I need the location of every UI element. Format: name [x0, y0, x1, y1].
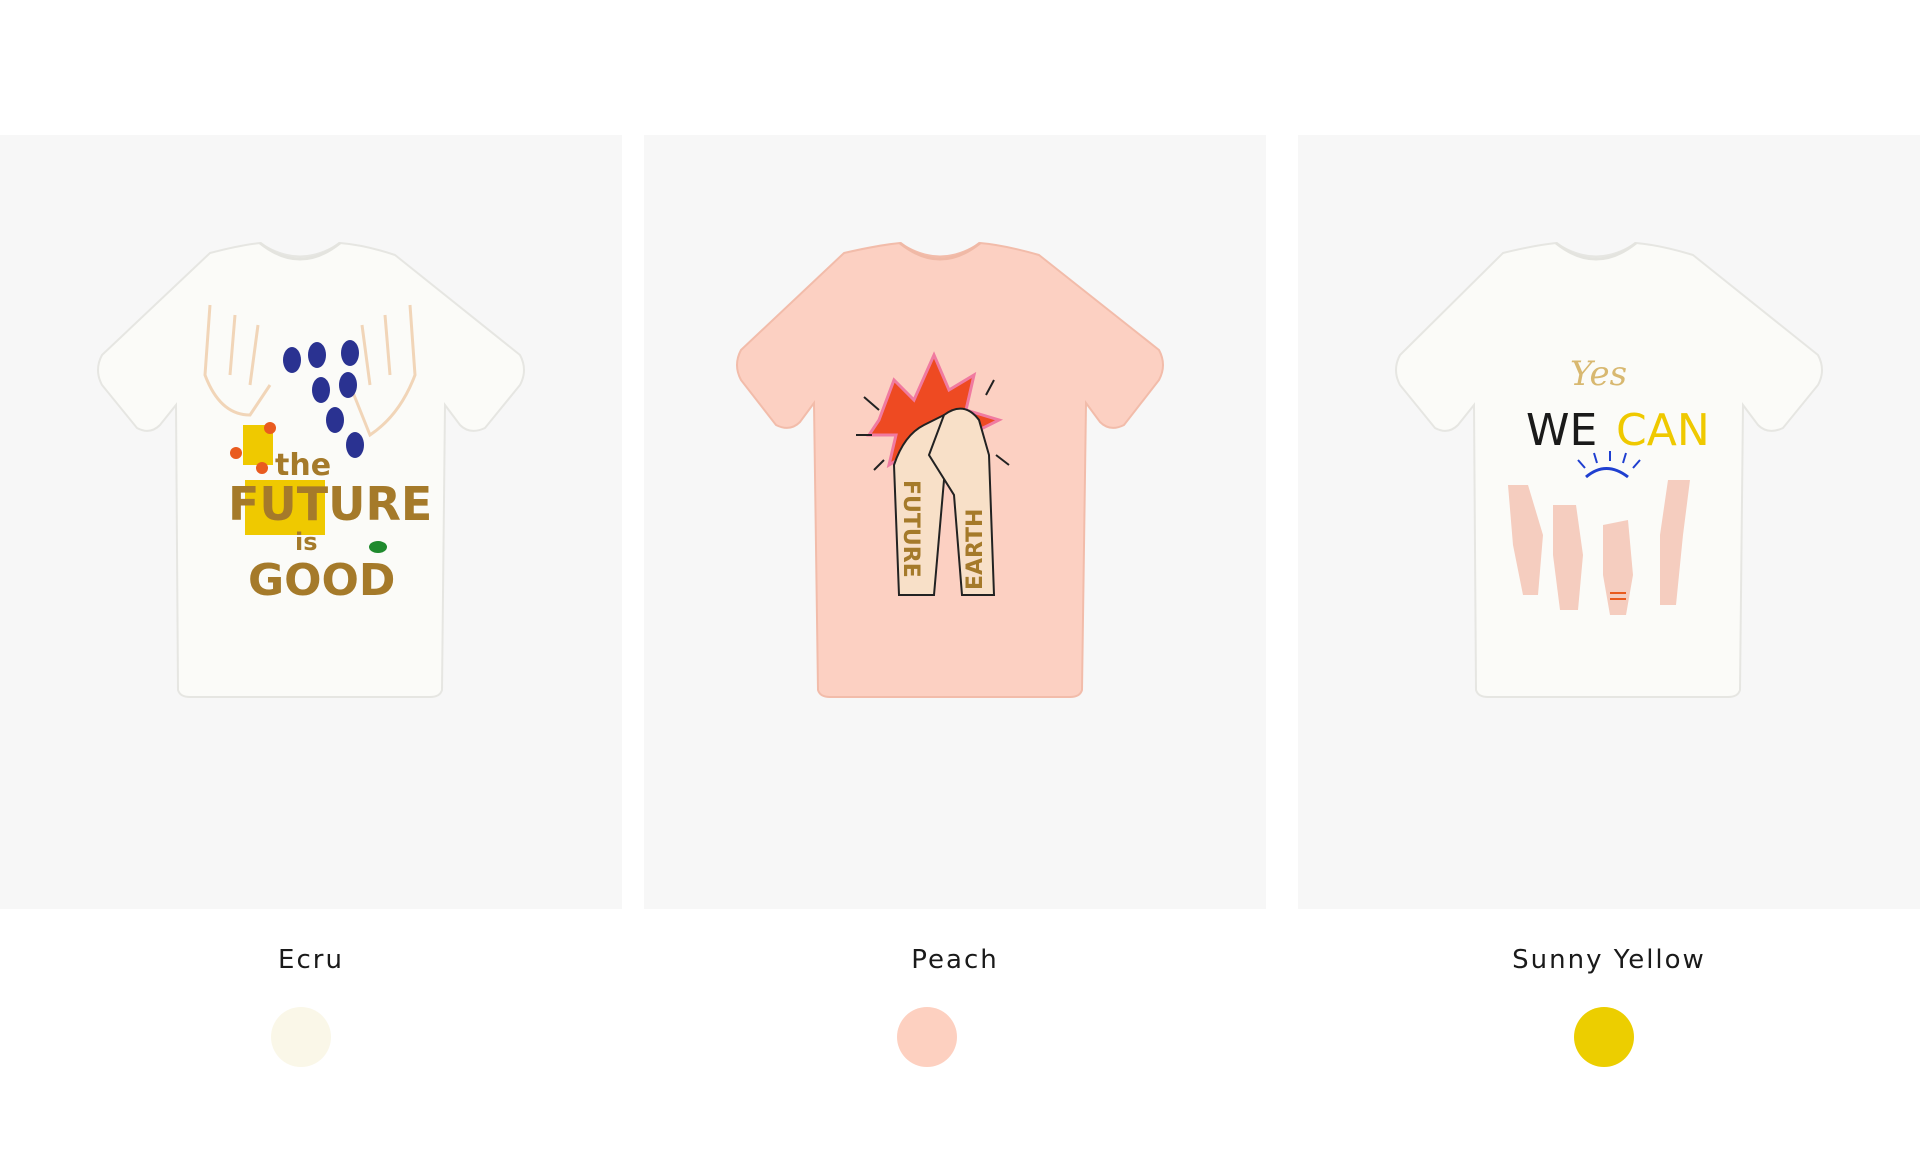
tshirt-illustration: the FUTURE is GOOD: [97, 241, 525, 698]
product-color-options: the FUTURE is GOOD Ecru FUTURE EARTH Pea…: [0, 0, 1920, 1152]
print-text-we: WE: [1526, 405, 1597, 456]
product-card-sunny-yellow[interactable]: Yes WE CAN Sunny Yellow: [1298, 135, 1920, 1135]
print-text-future: FUTURE: [898, 480, 923, 578]
color-name-label: Ecru: [278, 945, 344, 975]
tshirt-illustration: FUTURE EARTH: [736, 241, 1164, 698]
print-text-earth: EARTH: [963, 509, 988, 590]
product-image-ecru[interactable]: the FUTURE is GOOD: [0, 135, 622, 909]
product-card-peach[interactable]: FUTURE EARTH Peach: [644, 135, 1266, 1135]
print-text-good: GOOD: [248, 555, 395, 606]
print-text-yes: Yes: [1570, 354, 1627, 394]
product-card-ecru[interactable]: the FUTURE is GOOD Ecru: [0, 135, 622, 1135]
color-name-label: Sunny Yellow: [1512, 945, 1706, 975]
print-text-is: is: [295, 528, 318, 556]
color-swatch-ecru[interactable]: [271, 1007, 331, 1067]
product-image-peach[interactable]: FUTURE EARTH: [644, 135, 1266, 909]
color-swatch-sunny-yellow[interactable]: [1574, 1007, 1634, 1067]
color-swatch-peach[interactable]: [897, 1007, 957, 1067]
product-image-sunny-yellow[interactable]: Yes WE CAN: [1298, 135, 1920, 909]
tshirt-illustration: Yes WE CAN: [1395, 241, 1823, 698]
print-text-can: CAN: [1616, 405, 1710, 456]
color-name-label: Peach: [911, 945, 999, 975]
print-text-future: FUTURE: [228, 477, 432, 531]
